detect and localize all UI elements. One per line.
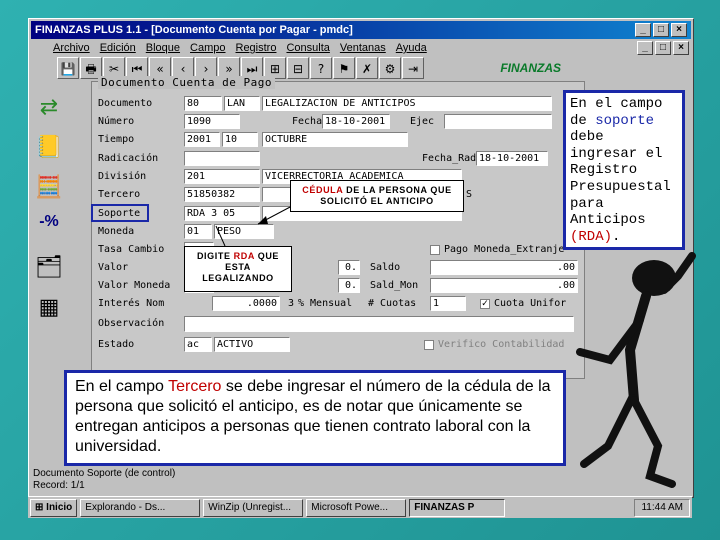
note-right-3: debe ingresar el Registro Presupuestal p… [570,129,671,229]
tercero-arrowhead [258,216,268,224]
task-powerpoint[interactable]: Microsoft Powe... [306,499,407,517]
tercero-callout-highlight: CÉDULA [302,185,344,195]
soporte-callout-highlight: RDA [233,251,255,261]
note-right-soporte: soporte [595,112,655,129]
note-bottom-1: En el campo [75,378,169,395]
figure-head [632,260,676,296]
figure-leg-right [630,396,676,488]
start-label: Inicio [46,502,73,513]
note-right-rda: (RDA) [570,228,613,245]
soporte-callout-pre: DIGITE [196,251,234,261]
note-right-5: . [612,228,621,245]
figure-body [624,291,651,405]
soporte-note: En el campo de soporte debe ingresar el … [563,90,685,250]
task-winzip[interactable]: WinZip (Unregist... [203,499,304,517]
tercero-callout: CÉDULA DE LA PERSONA QUE SOLICITÓ EL ANT… [290,180,464,212]
soporte-callout: DIGITE RDA QUE ESTA LEGALIZANDO [184,246,292,292]
soporte-arrow [215,225,226,247]
pointing-figure [576,252,696,488]
task-explorer[interactable]: Explorando - Ds... [80,499,201,517]
note-bottom-tercero: Tercero [168,378,222,395]
tercero-note: En el campo Tercero se debe ingresar el … [64,370,566,466]
system-tray: 11:44 AM [634,499,690,517]
taskbar: ⊞ Inicio Explorando - Ds... WinZip (Unre… [28,496,692,518]
clock: 11:44 AM [641,502,683,513]
figure-leg-left [580,394,636,468]
task-finanzas[interactable]: FINANZAS P [409,499,506,517]
windows-logo-icon: ⊞ [35,502,47,513]
start-button[interactable]: ⊞ Inicio [30,499,78,517]
